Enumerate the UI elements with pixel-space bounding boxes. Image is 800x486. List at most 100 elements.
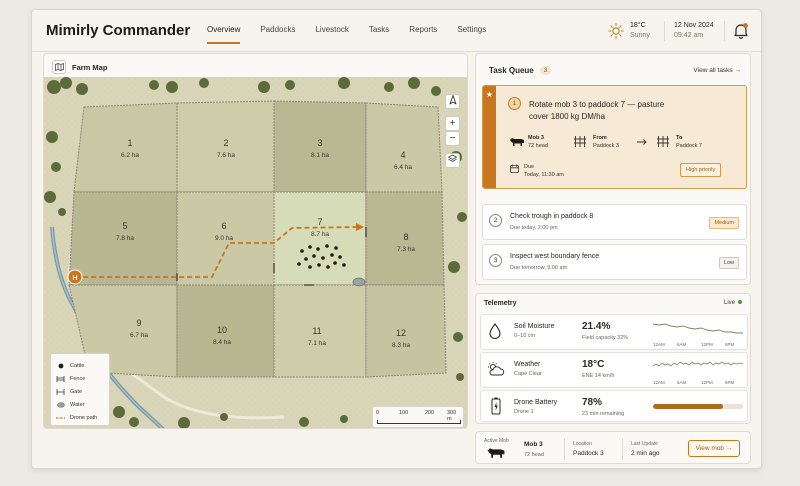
task-count-badge: 3 xyxy=(539,66,552,75)
active-mob-label: Active Mob xyxy=(484,438,509,444)
map-scale: 0 100 200 300 m xyxy=(372,406,464,428)
nav-livestock[interactable]: Livestock xyxy=(315,10,348,52)
telemetry-label: Soil Moisture xyxy=(514,323,555,330)
sun-icon xyxy=(608,23,624,39)
svg-text:6AM: 6AM xyxy=(677,342,687,347)
paddock-label: 10 xyxy=(217,325,227,335)
from-label: From xyxy=(593,135,607,141)
nav-tasks[interactable]: Tasks xyxy=(369,10,389,52)
paddock-area: 9.0 ha xyxy=(215,235,233,242)
task-queue-title: Task Queue xyxy=(489,66,534,75)
weather-temp: 18°C xyxy=(630,22,646,29)
task-due: Due today, 2:00 pm xyxy=(510,225,558,231)
paddock-area: 7.1 ha xyxy=(308,340,326,347)
task-queue-card: Task Queue 3 View all tasks → ★ 1 Rotate… xyxy=(475,53,751,285)
paddock-label: 3 xyxy=(317,138,322,148)
nav-settings[interactable]: Settings xyxy=(457,10,486,52)
zoom-in-button[interactable]: + xyxy=(445,116,460,131)
paddock-area: 7.8 ha xyxy=(116,235,134,242)
cow-icon xyxy=(487,448,505,458)
paddock-label: 2 xyxy=(223,138,228,148)
map-legend: Cattle Fence Gate Water Drone path xyxy=(50,353,110,426)
paddock-area: 7.6 ha xyxy=(217,152,235,159)
telemetry-sub: 0–10 cm xyxy=(514,333,536,339)
task-due: Due tomorrow, 9:00 am xyxy=(510,265,568,271)
to-value: Paddock 7 xyxy=(676,143,702,149)
paddock-1[interactable] xyxy=(73,102,178,193)
task-number: 3 xyxy=(489,254,502,267)
task-item[interactable]: 3 Inspect west boundary fence Due tomorr… xyxy=(482,244,747,280)
svg-text:6PM: 6PM xyxy=(725,380,735,385)
nav-reports[interactable]: Reports xyxy=(409,10,437,52)
paddock-area: 6.7 ha xyxy=(130,332,148,339)
task-number: 2 xyxy=(489,214,502,227)
layers-icon xyxy=(448,154,457,162)
main-nav: Overview Paddocks Livestock Tasks Report… xyxy=(207,10,506,52)
legend-item-water: Water xyxy=(56,398,104,411)
task-item-primary[interactable]: ★ 1 Rotate mob 3 to paddock 7 — pasture … xyxy=(482,85,747,189)
due-info: Due Today, 11:30 am xyxy=(524,163,564,179)
paddock-area: 8.1 ha xyxy=(311,152,329,159)
map-title: Farm Map xyxy=(72,62,108,72)
view-all-tasks-link[interactable]: View all tasks → xyxy=(693,67,741,74)
notifications-button[interactable] xyxy=(733,22,749,40)
paddock-label: 6 xyxy=(221,221,226,231)
live-dot-icon xyxy=(738,300,742,305)
task-title: Rotate mob 3 to paddock 7 — pasture cove… xyxy=(529,100,665,121)
telemetry-row-weather[interactable]: Weather Cape Clear 18°C ENE 14 km/h 12AM… xyxy=(480,352,748,388)
cow-icon xyxy=(510,138,524,146)
weather-widget: 18°C Sunny xyxy=(608,21,650,41)
telemetry-value-sub: 23 min remaining xyxy=(582,411,625,417)
svg-text:12PM: 12PM xyxy=(701,342,713,347)
layers-button[interactable] xyxy=(445,153,460,168)
svg-text:6PM: 6PM xyxy=(725,342,735,347)
fence-icon xyxy=(574,136,586,147)
date-text: 12 Nov 2024 xyxy=(674,22,714,29)
calendar-icon xyxy=(510,164,519,173)
telemetry-row-soil[interactable]: Soil Moisture 0–10 cm 21.4% Field capaci… xyxy=(480,314,748,350)
svg-text:6AM: 6AM xyxy=(677,380,687,385)
svg-text:12AM: 12AM xyxy=(653,342,665,347)
telemetry-row-battery[interactable]: Drone Battery Drone 1 78% 23 min remaini… xyxy=(480,390,748,422)
scale-label: 100 xyxy=(399,410,409,416)
paddock-label: 5 xyxy=(122,221,127,231)
paddock-7[interactable] xyxy=(273,191,367,286)
paddock-area: 6.2 ha xyxy=(121,152,139,159)
due-value: Today, 11:30 am xyxy=(524,172,564,178)
view-mob-button[interactable]: View mob → xyxy=(688,440,740,457)
location-label: Location xyxy=(573,441,592,447)
from-info: From Paddock 3 xyxy=(593,134,619,150)
app-window: Mimirly Commander Overview Paddocks Live… xyxy=(31,9,762,469)
paddock-area: 8.4 ha xyxy=(213,339,231,346)
fence-icon xyxy=(56,375,65,382)
water-trough[interactable] xyxy=(352,277,366,287)
dashed-line-icon xyxy=(56,416,65,420)
time-text: 09:42 am xyxy=(674,32,704,39)
telemetry-title: Telemetry xyxy=(484,300,517,307)
nav-paddocks[interactable]: Paddocks xyxy=(260,10,295,52)
star-icon: ★ xyxy=(485,90,494,99)
paddock-area: 8.3 ha xyxy=(392,342,410,349)
fence-icon xyxy=(657,136,669,147)
paddock-area: 7.3 ha xyxy=(397,246,415,253)
partly-cloudy-icon xyxy=(488,362,505,376)
task-item[interactable]: 2 Check trough in paddock 8 Due today, 2… xyxy=(482,204,747,240)
telemetry-card: Telemetry Live Soil Moisture 0–10 cm 21.… xyxy=(475,293,751,424)
to-info: To Paddock 7 xyxy=(676,134,702,150)
top-header: Mimirly Commander Overview Paddocks Live… xyxy=(32,10,761,52)
last-update-value: 2 min ago xyxy=(631,450,660,457)
water-icon xyxy=(56,401,65,408)
north-compass-button[interactable] xyxy=(445,94,460,109)
compass-arrow-icon xyxy=(449,95,456,105)
paddock-label: 12 xyxy=(396,328,406,338)
nav-overview[interactable]: Overview xyxy=(207,10,241,44)
zoom-out-button[interactable]: − xyxy=(445,131,460,146)
map-icon xyxy=(52,60,66,74)
paddock-4[interactable] xyxy=(365,102,443,193)
priority-badge-high: High priority xyxy=(680,163,722,177)
home-marker-label: H xyxy=(72,275,77,282)
paddock-label: 9 xyxy=(136,318,141,328)
live-indicator: Live xyxy=(724,300,742,306)
farm-map-panel: Farm Map 1 6.2 ha 2 7.6 ha 3 8.1 ha 4 6.… xyxy=(43,53,468,429)
mob-name: Mob 3 xyxy=(524,441,543,448)
